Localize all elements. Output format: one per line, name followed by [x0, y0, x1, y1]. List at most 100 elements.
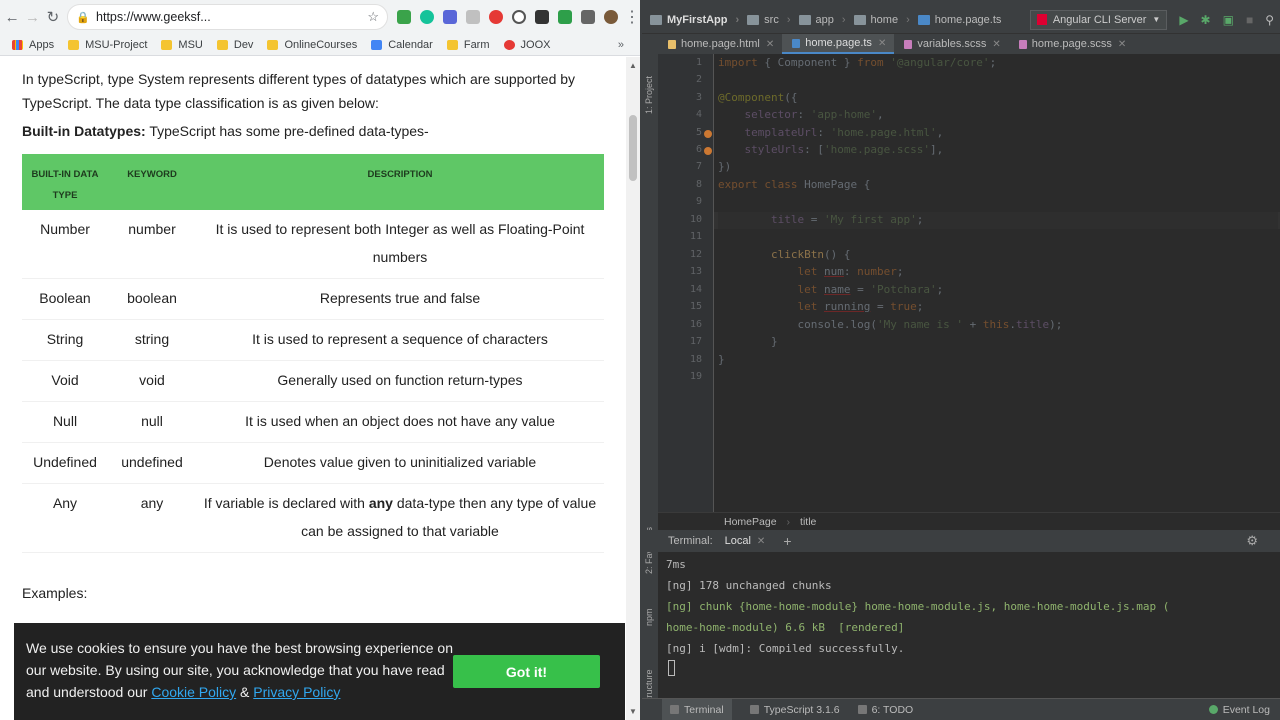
ide-tool-strip: 1: Project 2: Favorites Structure npm — [642, 34, 658, 720]
nav-app[interactable]: app › — [798, 14, 846, 26]
status-label: Terminal — [684, 703, 724, 716]
colorful-ext-icon[interactable] — [489, 10, 503, 24]
mail-ext-icon[interactable] — [466, 10, 480, 24]
star-icon[interactable]: ☆ — [367, 9, 379, 25]
table-header-row: BUILT-IN DATA TYPE KEYWORD DESCRIPTION — [22, 154, 604, 210]
breadcrumb-member[interactable]: title — [800, 516, 816, 528]
tab-label: home.page.scss — [1031, 38, 1112, 50]
ts-file-icon — [917, 14, 930, 25]
scroll-thumb[interactable] — [629, 115, 637, 181]
event-log[interactable]: Event Log — [1208, 704, 1270, 716]
folder-icon — [853, 14, 866, 25]
tab-variables-scss[interactable]: variables.scss ✕ — [894, 34, 1008, 54]
back-icon[interactable]: ← — [4, 4, 20, 30]
project-tool-label[interactable]: 1: Project — [644, 76, 654, 114]
profile-avatar[interactable] — [604, 10, 618, 24]
status-label: TypeScript 3.1.6 — [763, 703, 840, 716]
bookmark-dev[interactable]: Dev — [216, 39, 253, 51]
type-cell: Any — [22, 483, 108, 553]
browser-menu-icon[interactable]: ⋮ — [624, 7, 640, 27]
debug-icon[interactable]: ✱ — [1201, 13, 1211, 27]
line-number: 5 — [695, 127, 702, 138]
block-ext-icon[interactable] — [512, 10, 526, 24]
line-number: 18 — [689, 354, 702, 365]
line-number: 13 — [689, 266, 702, 277]
glasses-ext-icon[interactable] — [535, 10, 549, 24]
bookmark-calendar[interactable]: Calendar — [371, 39, 433, 51]
terminal-cursor — [668, 660, 675, 676]
status-todo[interactable]: 6: TODO — [857, 704, 913, 716]
terminal-line: [ng] i [wdm]: Compiled successfully. — [666, 642, 905, 655]
nav-src[interactable]: src › — [747, 14, 791, 26]
run-icon[interactable]: ▶ — [1179, 13, 1188, 27]
builtin-paragraph: Built-in Datatypes: TypeScript has some … — [22, 123, 429, 139]
bookmark-msu-project[interactable]: MSU-Project — [68, 39, 147, 51]
close-icon[interactable]: ✕ — [878, 38, 886, 49]
terminal-output[interactable]: 7ms [ng] 178 unchanged chunks [ng] chunk… — [658, 552, 1280, 698]
description-cell: It is used when an object does not have … — [196, 401, 604, 443]
table-body: Number number It is used to represent both… — [22, 210, 604, 553]
bookmark-joox[interactable]: JOOX — [503, 39, 550, 51]
breadcrumb-class[interactable]: HomePage — [724, 516, 777, 528]
line-number: 16 — [689, 319, 702, 330]
bookmark-onlinecourses[interactable]: OnlineCourses — [267, 39, 357, 51]
search-icon[interactable]: ⚲ — [1265, 13, 1274, 27]
close-icon[interactable]: ✕ — [1118, 39, 1126, 50]
examples-heading: Examples: — [22, 585, 88, 601]
run-config-select[interactable]: Angular CLI Server ▼ — [1029, 9, 1168, 30]
tab-home-page-html[interactable]: home.page.html ✕ — [658, 34, 782, 54]
tab-home-page-scss[interactable]: home.page.scss ✕ — [1009, 34, 1135, 54]
tab-home-page-ts[interactable]: home.page.ts ✕ — [782, 34, 895, 54]
gear-icon[interactable]: ⚙ — [1246, 533, 1258, 549]
bookmarks-more-button[interactable]: » — [618, 39, 624, 51]
terminal-tab-local[interactable]: Local ✕ — [725, 535, 766, 547]
stop-icon[interactable]: ■ — [1246, 13, 1253, 27]
add-terminal-icon[interactable]: + — [783, 533, 791, 549]
sheet-ext-icon[interactable] — [558, 10, 572, 24]
download-ext-icon[interactable] — [397, 10, 411, 24]
npm-tool-label[interactable]: npm — [644, 608, 654, 626]
cookie-amp: & — [236, 684, 254, 700]
code-editor[interactable]: import { Component } from '@angular/core… — [718, 54, 1278, 512]
ide-navigation-bar: MyFirstApp › src › app › home › home.page.ts… — [642, 6, 1280, 34]
description-cell: It is used to represent a sequence of ch… — [196, 319, 604, 361]
status-typescript[interactable]: TypeScript 3.1.6 — [749, 703, 840, 716]
url-text[interactable]: https://www.geeksf... — [96, 10, 216, 24]
bookmark-apps[interactable]: Apps — [12, 39, 54, 51]
gutter-marker-icon[interactable] — [704, 130, 712, 138]
gutter-marker-icon[interactable] — [704, 147, 712, 155]
tab-label: home.page.html — [681, 38, 760, 50]
close-icon[interactable]: ✕ — [992, 39, 1000, 50]
privacy-policy-link[interactable]: Privacy Policy — [253, 684, 340, 700]
scroll-down-icon[interactable]: ▼ — [629, 707, 637, 716]
folder-icon — [446, 39, 458, 50]
browser-window: ← → ↻ 🔒 https://www.geeksf... ☆ ⋮ Apps M… — [0, 0, 640, 720]
scroll-up-icon[interactable]: ▲ — [629, 61, 637, 70]
got-it-button[interactable]: Got it! — [453, 655, 600, 688]
close-icon[interactable]: ✕ — [757, 536, 765, 547]
status-terminal[interactable]: Terminal — [662, 698, 732, 720]
todo-icon — [857, 705, 867, 714]
cookie-policy-link[interactable]: Cookie Policy — [151, 684, 236, 700]
nav-project[interactable]: MyFirstApp › — [650, 14, 739, 26]
table-row: Null null It is used when an object does n… — [22, 401, 604, 443]
close-icon[interactable]: ✕ — [766, 39, 774, 50]
forward-icon[interactable]: → — [24, 4, 40, 30]
coverage-icon[interactable]: ▣ — [1223, 13, 1234, 27]
table-row: Boolean boolean Represents true and false — [22, 278, 604, 320]
address-bar[interactable]: 🔒 https://www.geeksf... ☆ — [67, 4, 388, 30]
bookmark-farm[interactable]: Farm — [446, 39, 490, 51]
shield-ext-icon[interactable] — [443, 10, 457, 24]
page-scrollbar[interactable]: ▲ ▼ — [626, 57, 640, 720]
nav-home[interactable]: home › — [853, 14, 910, 26]
line-number: 4 — [695, 109, 702, 120]
keyword-cell: undefined — [108, 442, 196, 484]
nav-file[interactable]: home.page.ts — [917, 14, 1001, 26]
folder-icon — [161, 39, 173, 50]
folder-icon — [216, 39, 228, 50]
grid-ext-icon[interactable] — [581, 10, 595, 24]
grammarly-ext-icon[interactable] — [420, 10, 434, 24]
bookmark-msu[interactable]: MSU — [161, 39, 203, 51]
reload-icon[interactable]: ↻ — [45, 4, 61, 30]
code-line: @Component({ — [718, 91, 798, 104]
